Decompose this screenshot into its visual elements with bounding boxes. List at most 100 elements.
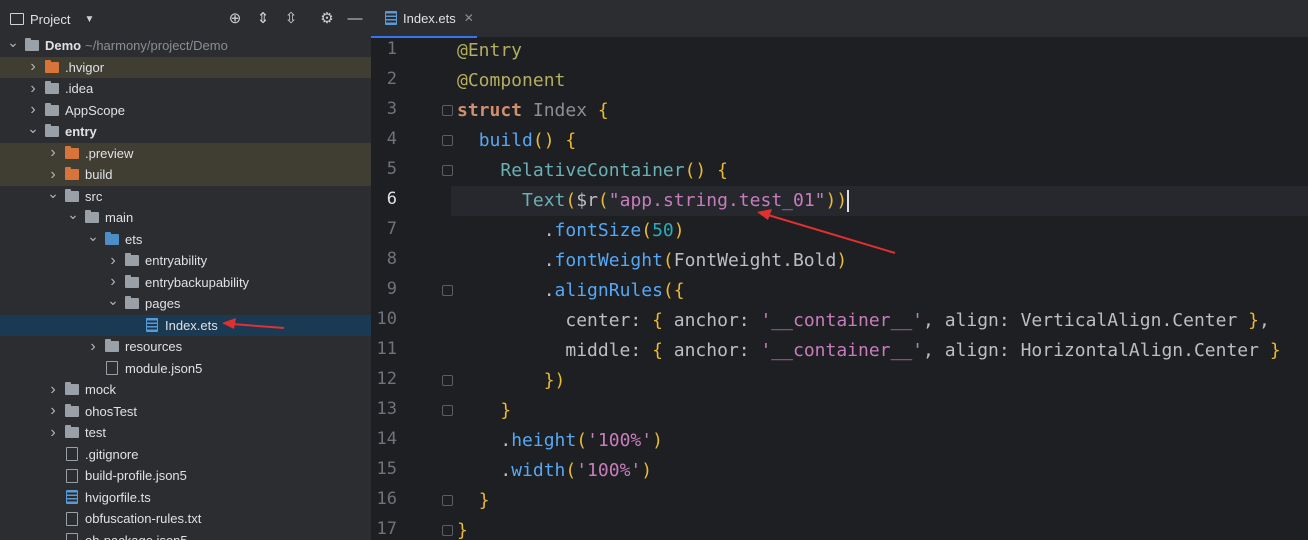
tree-item-label: pages	[145, 296, 181, 312]
fold-marker-icon[interactable]	[442, 495, 453, 506]
code-token: }	[478, 490, 490, 511]
tree-item[interactable]: › entryability	[0, 250, 371, 272]
code-line[interactable]: .alignRules({	[457, 276, 685, 306]
tree-item[interactable]: › resources	[0, 336, 371, 358]
code-line[interactable]: .fontWeight(FontWeight.Bold)	[457, 246, 847, 276]
chevron-right-icon[interactable]: ›	[106, 252, 120, 270]
project-title[interactable]: Project	[30, 12, 70, 27]
code-line[interactable]: .width('100%')	[457, 456, 652, 486]
code-token: .	[457, 280, 555, 301]
folder-icon	[125, 253, 139, 267]
chevron-down-icon[interactable]: ⌄	[26, 120, 40, 137]
line-number: 4	[386, 129, 397, 149]
tree-item[interactable]: Index.ets	[0, 314, 371, 336]
line-number: 2	[386, 69, 397, 89]
code-line[interactable]: })	[457, 366, 566, 396]
code-line[interactable]: }	[457, 396, 511, 426]
tree-item[interactable]: › build	[0, 164, 371, 186]
tree-item[interactable]: oh-package.json5	[0, 530, 371, 540]
collapse-all-icon[interactable]: ⇳	[283, 11, 299, 27]
chevron-down-icon[interactable]: ⌄	[66, 206, 80, 223]
tree-item[interactable]: ⌄ Demo ~/harmony/project/Demo	[0, 34, 371, 57]
minimize-icon[interactable]: —	[347, 11, 363, 27]
project-view-icon	[10, 13, 24, 25]
chevron-right-icon[interactable]: ›	[46, 144, 60, 162]
chevron-down-icon[interactable]: ⌄	[6, 34, 20, 51]
code-token: '__container__'	[760, 340, 924, 361]
chevron-right-icon[interactable]: ›	[26, 58, 40, 76]
code-token: }	[1269, 340, 1281, 361]
chevron-right-icon[interactable]: ›	[106, 273, 120, 291]
tree-item[interactable]: ⌄ src	[0, 185, 371, 208]
fold-marker-icon[interactable]	[442, 375, 453, 386]
line-number: 16	[376, 489, 397, 509]
tree-item[interactable]: › entrybackupability	[0, 272, 371, 294]
code-line[interactable]: @Component	[457, 66, 565, 96]
code-token: .	[457, 250, 555, 271]
code-line[interactable]: center: { anchor: '__container__', align…	[457, 306, 1269, 336]
code-line[interactable]: }	[457, 486, 490, 516]
chevron-right-icon[interactable]: ›	[46, 166, 60, 184]
code-token: {	[652, 310, 663, 331]
expand-all-icon[interactable]: ⇕	[255, 11, 271, 27]
code-line[interactable]: .height('100%')	[457, 426, 663, 456]
tree-item[interactable]: .gitignore	[0, 444, 371, 466]
tree-item[interactable]: › ohosTest	[0, 401, 371, 423]
tree-item[interactable]: › test	[0, 422, 371, 444]
code-line[interactable]: Text($r("app.string.test_01"))	[457, 186, 850, 216]
tab-index-ets[interactable]: Index.ets ✕	[371, 0, 477, 38]
code-line[interactable]: .fontSize(50)	[457, 216, 685, 246]
chevron-down-icon[interactable]: ⌄	[86, 228, 100, 245]
chevron-right-icon[interactable]: ›	[26, 101, 40, 119]
tree-item-label: entry	[65, 124, 97, 140]
line-number: 13	[376, 399, 397, 419]
gear-icon[interactable]: ⚙	[319, 11, 335, 27]
tree-item[interactable]: obfuscation-rules.txt	[0, 508, 371, 530]
code-line[interactable]: build() {	[457, 126, 577, 156]
chevron-right-icon[interactable]: ›	[26, 80, 40, 98]
code-line[interactable]: RelativeContainer() {	[457, 156, 728, 186]
tree-item[interactable]: ⌄ ets	[0, 228, 371, 251]
code-line[interactable]: }	[457, 516, 468, 540]
fold-marker-icon[interactable]	[442, 165, 453, 176]
tree-item-label: entrybackupability	[145, 274, 250, 290]
chevron-down-icon[interactable]: ⌄	[106, 292, 120, 309]
tree-item[interactable]: › .hvigor	[0, 56, 371, 78]
code-token: fontSize	[554, 220, 642, 241]
code-token: $r	[576, 190, 598, 211]
tree-item[interactable]: module.json5	[0, 358, 371, 380]
chevron-right-icon[interactable]: ›	[46, 424, 60, 442]
tree-item[interactable]: › mock	[0, 379, 371, 401]
code-line[interactable]: struct Index {	[457, 96, 609, 126]
tree-item[interactable]: ⌄ main	[0, 206, 371, 229]
close-icon[interactable]: ✕	[464, 11, 474, 25]
code-token: height	[511, 430, 577, 451]
fold-marker-icon[interactable]	[442, 285, 453, 296]
code-token: (	[576, 430, 588, 451]
chevron-down-icon[interactable]: ▼	[84, 14, 94, 25]
fold-marker-icon[interactable]	[442, 405, 453, 416]
tree-item[interactable]: ⌄ pages	[0, 292, 371, 315]
code-line[interactable]: @Entry	[457, 36, 522, 66]
fold-marker-icon[interactable]	[442, 525, 453, 536]
chevron-right-icon[interactable]: ›	[46, 381, 60, 399]
file-icon	[66, 468, 78, 483]
tree-item[interactable]: build-profile.json5	[0, 465, 371, 487]
fold-marker-icon[interactable]	[442, 135, 453, 146]
tree-item[interactable]: ⌄ entry	[0, 120, 371, 143]
code-line[interactable]: middle: { anchor: '__container__', align…	[457, 336, 1281, 366]
tree-item-label: src	[85, 188, 103, 204]
chevron-right-icon[interactable]: ›	[46, 402, 60, 420]
chevron-down-icon[interactable]: ⌄	[46, 185, 60, 202]
tree-item[interactable]: › AppScope	[0, 100, 371, 122]
locate-icon[interactable]: ⊕	[227, 11, 243, 27]
tree-item-label: resources	[125, 339, 183, 355]
tree-item[interactable]: hvigorfile.ts	[0, 487, 371, 509]
line-gutter: 1 2 3 4 5 6 7 8 9 10 11 12 13 14 15 16 17	[371, 38, 453, 540]
tree-item[interactable]: › .idea	[0, 78, 371, 100]
chevron-right-icon[interactable]: ›	[86, 338, 100, 356]
fold-marker-icon[interactable]	[442, 105, 453, 116]
tree-item[interactable]: › .preview	[0, 142, 371, 164]
tree-item-label: .idea	[65, 81, 94, 97]
code-token: RelativeContainer	[500, 160, 685, 181]
